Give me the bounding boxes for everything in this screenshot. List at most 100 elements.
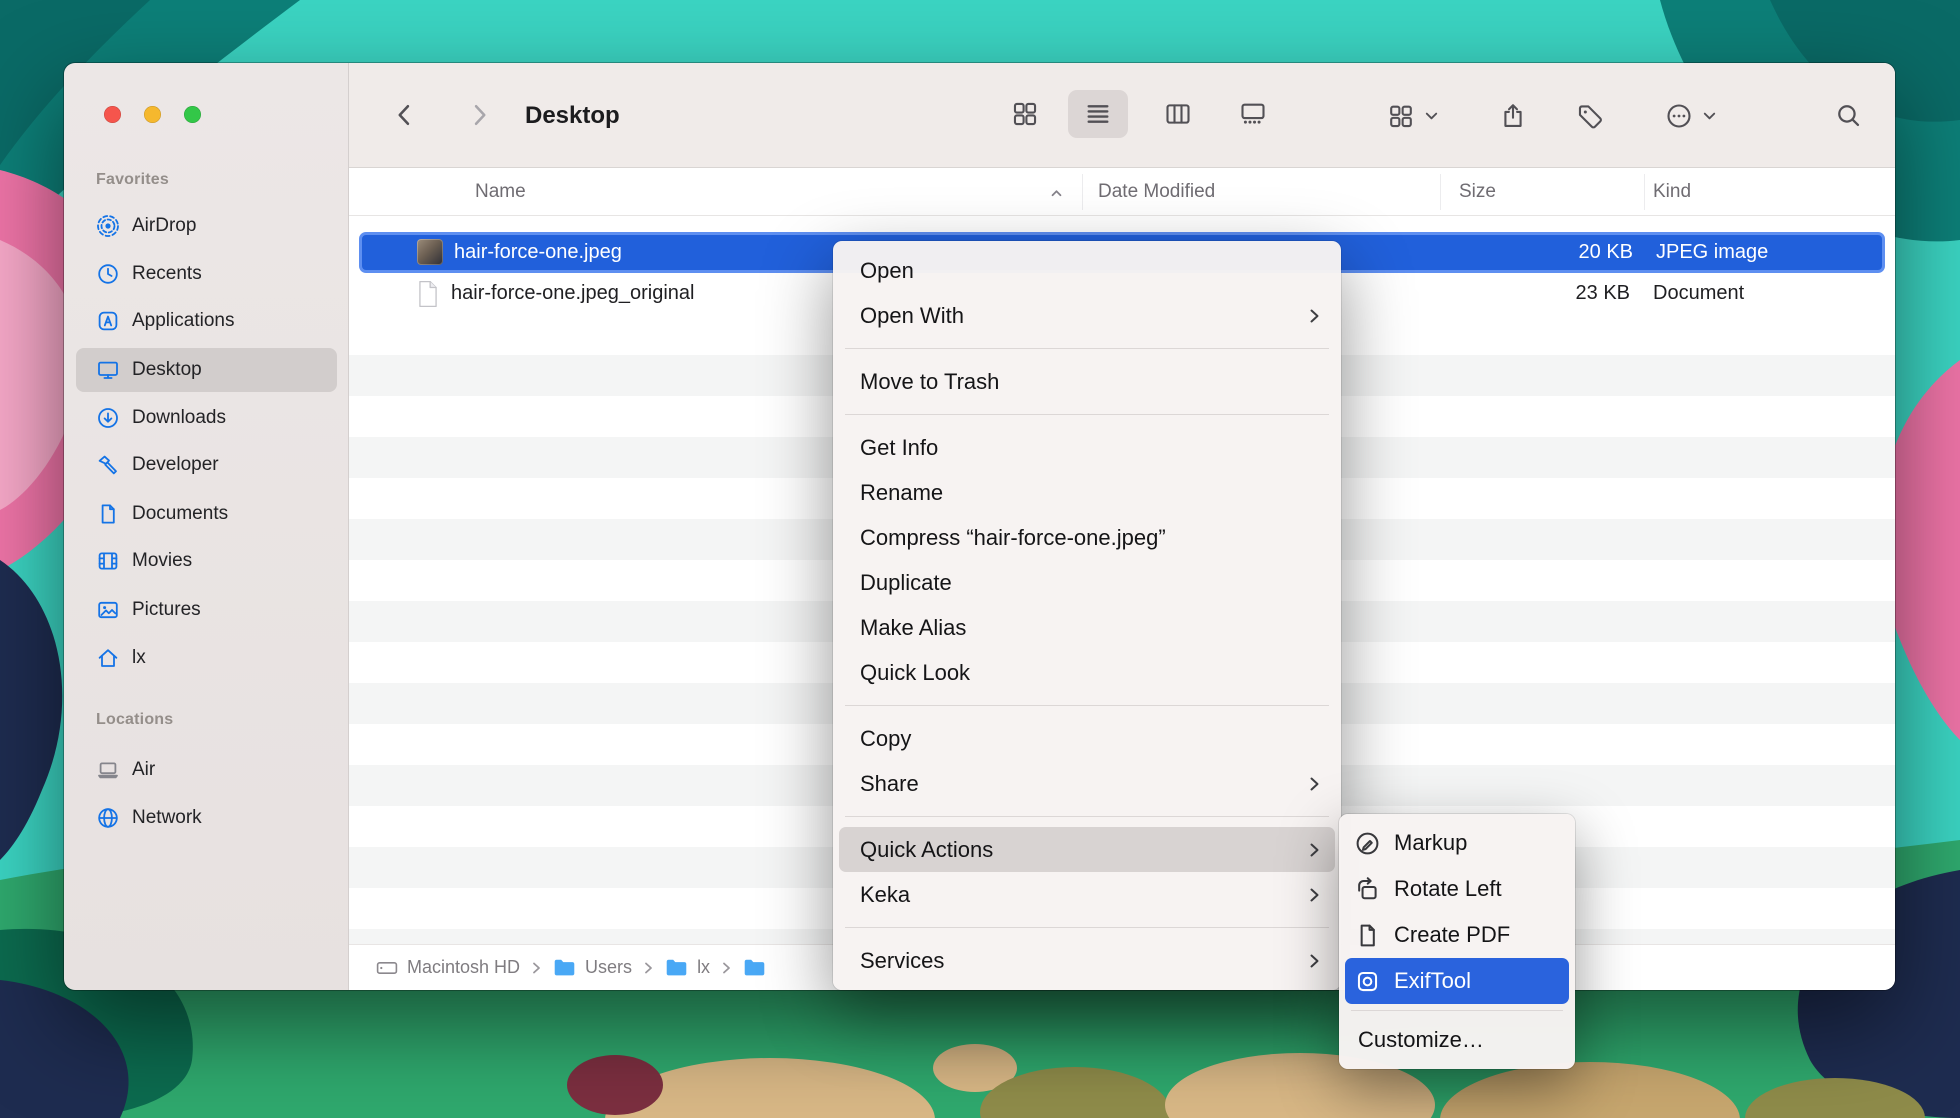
- column-view-button[interactable]: [1148, 90, 1208, 138]
- more-circle-icon: [1665, 102, 1693, 130]
- sidebar-item-documents[interactable]: Documents: [76, 492, 337, 536]
- sidebar-item-desktop[interactable]: Desktop: [76, 348, 337, 392]
- path-item-macintosh-hd[interactable]: Macintosh HD: [375, 956, 520, 980]
- sidebar-item-label: Air: [132, 759, 155, 781]
- document-icon: [96, 502, 120, 526]
- tag-icon: [1576, 102, 1604, 130]
- menu-item-share[interactable]: Share: [833, 761, 1341, 806]
- forward-button[interactable]: [461, 95, 497, 135]
- menu-item-open-with[interactable]: Open With: [833, 293, 1341, 338]
- menu-item-quick-actions[interactable]: Quick Actions: [839, 827, 1335, 872]
- laptop-icon: [96, 758, 120, 782]
- sidebar-item-label: Recents: [132, 263, 202, 285]
- applications-icon: [96, 309, 120, 333]
- menu-item-rename[interactable]: Rename: [833, 470, 1341, 515]
- submenu-item-exiftool[interactable]: ExifTool: [1345, 958, 1569, 1004]
- path-item-users[interactable]: Users: [552, 957, 632, 979]
- sidebar-section-locations: Locations: [96, 711, 173, 729]
- markup-icon: [1354, 830, 1381, 857]
- globe-icon: [96, 806, 120, 830]
- menu-item-compress[interactable]: Compress “hair-force-one.jpeg”: [833, 515, 1341, 560]
- menu-item-keka[interactable]: Keka: [833, 872, 1341, 917]
- gallery-view-button[interactable]: [1223, 90, 1283, 138]
- file-kind: JPEG image: [1656, 235, 1768, 270]
- share-button[interactable]: [1485, 93, 1541, 138]
- home-icon: [96, 646, 120, 670]
- share-icon: [1499, 102, 1527, 130]
- sidebar-item-air[interactable]: Air: [76, 748, 337, 792]
- back-button[interactable]: [387, 95, 423, 135]
- menu-item-quick-look[interactable]: Quick Look: [833, 650, 1341, 695]
- menu-item-services[interactable]: Services: [833, 938, 1341, 983]
- sort-ascending-icon: [1049, 187, 1064, 199]
- zoom-button[interactable]: [184, 106, 201, 123]
- file-name: hair-force-one.jpeg_original: [451, 273, 694, 314]
- submenu-item-customize[interactable]: Customize…: [1345, 1017, 1569, 1063]
- downloads-icon: [96, 406, 120, 430]
- folder-icon: [552, 957, 577, 979]
- sidebar-section-favorites: Favorites: [96, 171, 169, 189]
- sidebar-item-movies[interactable]: Movies: [76, 539, 337, 583]
- submenu-chevron-icon: [1308, 951, 1321, 971]
- icon-view-button[interactable]: [995, 90, 1055, 138]
- submenu-chevron-icon: [1308, 306, 1321, 326]
- desktop-icon: [96, 358, 120, 382]
- file-kind: Document: [1653, 273, 1744, 314]
- submenu-chevron-icon: [1308, 774, 1321, 794]
- hammer-icon: [96, 453, 120, 477]
- menu-item-duplicate[interactable]: Duplicate: [833, 560, 1341, 605]
- menu-separator: [1351, 1010, 1563, 1011]
- submenu-chevron-icon: [1308, 885, 1321, 905]
- chevron-down-icon: [1423, 107, 1440, 124]
- group-button[interactable]: [1367, 93, 1459, 138]
- menu-item-make-alias[interactable]: Make Alias: [833, 605, 1341, 650]
- gallery-view-icon: [1239, 100, 1267, 128]
- hard-drive-icon: [375, 956, 399, 980]
- menu-item-get-info[interactable]: Get Info: [833, 425, 1341, 470]
- menu-item-move-to-trash[interactable]: Move to Trash: [833, 359, 1341, 404]
- sidebar-item-label: lx: [132, 647, 146, 669]
- sidebar-item-developer[interactable]: Developer: [76, 443, 337, 487]
- file-size: 23 KB: [1359, 273, 1630, 314]
- sidebar-item-downloads[interactable]: Downloads: [76, 396, 337, 440]
- group-by-icon: [1387, 102, 1415, 130]
- list-header: Name Date Modified Size Kind: [349, 168, 1895, 216]
- menu-separator: [845, 414, 1329, 415]
- window-title: Desktop: [525, 63, 620, 168]
- path-item-lx[interactable]: lx: [664, 957, 710, 979]
- list-view-button[interactable]: [1068, 90, 1128, 138]
- sidebar: Favorites AirDrop Recents Applications: [64, 63, 349, 990]
- breadcrumb-chevron-icon: [530, 960, 542, 976]
- list-view-icon: [1084, 100, 1112, 128]
- sidebar-item-applications[interactable]: Applications: [76, 299, 337, 343]
- column-header-size[interactable]: Size: [1459, 168, 1496, 216]
- photo-icon: [96, 598, 120, 622]
- sidebar-item-label: Desktop: [132, 359, 202, 381]
- search-button[interactable]: [1820, 93, 1876, 138]
- column-header-date-modified[interactable]: Date Modified: [1098, 168, 1215, 216]
- sidebar-item-airdrop[interactable]: AirDrop: [76, 204, 337, 248]
- menu-item-open[interactable]: Open: [833, 248, 1341, 293]
- tags-button[interactable]: [1562, 93, 1618, 138]
- submenu-item-markup[interactable]: Markup: [1345, 820, 1569, 866]
- menu-separator: [845, 705, 1329, 706]
- context-menu: Open Open With Move to Trash Get Info Re…: [833, 241, 1341, 990]
- submenu-item-rotate-left[interactable]: Rotate Left: [1345, 866, 1569, 912]
- sidebar-item-home-lx[interactable]: lx: [76, 636, 337, 680]
- column-header-name[interactable]: Name: [475, 168, 526, 216]
- path-item-next-folder[interactable]: [742, 957, 767, 979]
- menu-item-copy[interactable]: Copy: [833, 716, 1341, 761]
- sidebar-item-recents[interactable]: Recents: [76, 252, 337, 296]
- exiftool-icon: [1354, 968, 1381, 995]
- sidebar-item-pictures[interactable]: Pictures: [76, 588, 337, 632]
- more-actions-button[interactable]: [1645, 93, 1737, 138]
- create-pdf-icon: [1354, 922, 1381, 949]
- submenu-item-create-pdf[interactable]: Create PDF: [1345, 912, 1569, 958]
- submenu-chevron-icon: [1308, 840, 1321, 860]
- close-button[interactable]: [104, 106, 121, 123]
- sidebar-item-network[interactable]: Network: [76, 796, 337, 840]
- column-header-kind[interactable]: Kind: [1653, 168, 1691, 216]
- grid-view-icon: [1011, 100, 1039, 128]
- breadcrumb-chevron-icon: [720, 960, 732, 976]
- minimize-button[interactable]: [144, 106, 161, 123]
